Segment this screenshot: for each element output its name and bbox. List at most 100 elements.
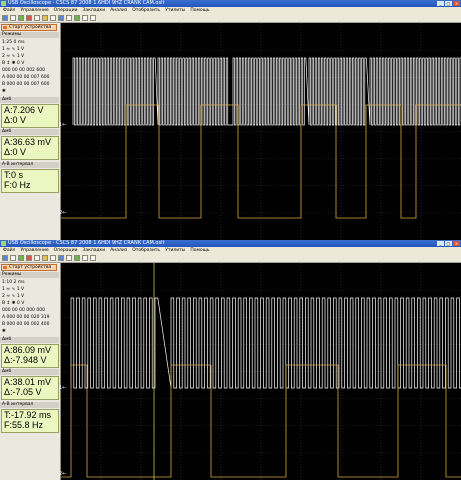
grid-icon[interactable] — [66, 15, 72, 21]
menu-control[interactable]: Управление — [20, 247, 48, 254]
maximize-button[interactable]: □ — [445, 241, 452, 246]
position-row[interactable]: 000 00 00 002 600 — [2, 68, 45, 74]
print-icon[interactable] — [90, 15, 96, 21]
minimize-button[interactable]: _ — [437, 1, 444, 6]
start-device-button[interactable]: Старт устройства — [1, 24, 57, 31]
channel1-measure-box: A:86.09 mV Δ:-7.948 V — [1, 344, 59, 368]
waveform-display[interactable]: 1← 2← — [59, 23, 461, 240]
zoom-icon[interactable] — [34, 255, 40, 261]
settings-icon[interactable] — [82, 15, 88, 21]
menu-operations[interactable]: Операции — [54, 7, 78, 14]
settings-icon[interactable] — [82, 255, 88, 261]
maximize-button[interactable]: □ — [445, 1, 452, 6]
measure-icon[interactable] — [50, 255, 56, 261]
channel1-row[interactable]: 1 ≈ ∿ 1 V — [2, 287, 24, 293]
trigger-icon[interactable] — [74, 255, 80, 261]
ch2-a-value: A:36.63 mV — [4, 137, 52, 147]
menu-view[interactable]: Отобразить — [132, 247, 160, 254]
channel1-trace — [72, 57, 461, 126]
channel2-marker[interactable]: 2← — [59, 471, 66, 477]
menu-operations[interactable]: Операции — [54, 247, 78, 254]
ch1-delta-value: Δ:0 V — [4, 115, 27, 125]
title-bar: USB Oscilloscope - CSCS 87 2008 1.6HDI 9… — [0, 0, 461, 7]
play-icon[interactable] — [18, 15, 24, 21]
grid-icon[interactable] — [66, 255, 72, 261]
toolbar — [0, 254, 461, 263]
print-icon[interactable] — [90, 255, 96, 261]
channel2-marker[interactable]: 2← — [59, 210, 66, 216]
measure-icon[interactable] — [50, 15, 56, 21]
save-icon[interactable] — [10, 255, 16, 261]
trigger-icon[interactable] — [74, 15, 80, 21]
channel1-row[interactable]: 1 ≈ ∿ 1 V — [2, 47, 24, 53]
menu-view[interactable]: Отобразить — [132, 7, 160, 14]
interval-time-value: T:-17.92 ms — [4, 410, 52, 420]
cursor-b-row[interactable]: B 000 00 00 007 600 — [2, 82, 49, 88]
channel2-measure-box: A:38.01 mV Δ:-7.05 V — [1, 376, 59, 400]
delta-header: Δмб — [0, 97, 59, 103]
waveform-canvas[interactable] — [61, 263, 461, 480]
cursor-b-row[interactable]: B 000 00 00 002 400 — [2, 322, 49, 328]
open-icon[interactable] — [2, 255, 8, 261]
start-icon — [3, 26, 7, 29]
zoom-icon[interactable] — [34, 15, 40, 21]
start-label: Старт устройства — [9, 25, 52, 30]
timebase-row[interactable]: 1:10 2 ms — [2, 280, 25, 286]
channel-icon[interactable] — [58, 255, 64, 261]
start-label: Старт устройства — [9, 265, 52, 270]
menu-bookmarks[interactable]: Закладки — [82, 247, 105, 254]
play-icon[interactable] — [18, 255, 24, 261]
menu-analysis[interactable]: Анализ — [110, 7, 127, 14]
menu-file[interactable]: Файл — [3, 7, 15, 14]
ab-interval-box: T:0 s F:0 Hz — [1, 169, 59, 193]
ch2-delta-value: Δ:0 V — [4, 147, 27, 157]
toolbar — [0, 14, 461, 23]
channel2-row[interactable]: 2 ≈ ∿ 1 V — [2, 294, 24, 300]
waveform-canvas[interactable] — [61, 23, 461, 240]
cursor-icon[interactable] — [42, 255, 48, 261]
cursor-icon[interactable] — [42, 15, 48, 21]
channel-icon[interactable] — [58, 15, 64, 21]
close-button[interactable]: × — [453, 1, 460, 6]
menu-bar: Файл Управление Операции Закладки Анализ… — [0, 7, 461, 14]
menu-utilities[interactable]: Утилиты — [165, 7, 185, 14]
save-icon[interactable] — [10, 15, 16, 21]
waveform-display[interactable]: 1← 2← — [59, 263, 461, 480]
control-panel: Старт устройства Режимы 1:10 2 ms 1 ≈ ∿ … — [0, 263, 61, 480]
menu-utilities[interactable]: Утилиты — [165, 247, 185, 254]
start-device-button[interactable]: Старт устройства — [1, 264, 57, 271]
ab-interval-box: T:-17.92 ms F:55.8 Hz — [1, 409, 59, 433]
control-panel: Старт устройства Режимы 1:25 0 ms 1 ≈ ∿ … — [0, 23, 61, 240]
channel1-marker[interactable]: 1← — [59, 385, 66, 391]
app-icon — [1, 241, 6, 246]
menu-help[interactable]: Помощь — [190, 7, 209, 14]
modes-header: Режимы — [0, 272, 59, 278]
delta2-header: Δмб — [0, 129, 59, 135]
minimize-button[interactable]: _ — [437, 241, 444, 246]
cursor-a-row[interactable]: A 000 00 00 020 319 — [2, 315, 49, 321]
open-icon[interactable] — [2, 15, 8, 21]
close-button[interactable]: × — [453, 241, 460, 246]
channel2-row[interactable]: 2 ≈ ∿ 1 V — [2, 54, 24, 60]
trigger-row[interactable]: B ↕ ✱ 0 V — [2, 61, 24, 67]
channel1-measure-box: A:7.206 V Δ:0 V — [1, 104, 59, 128]
position-row[interactable]: 000 00 00 000 000 — [2, 308, 45, 314]
ch1-a-value: A:86.09 mV — [4, 345, 52, 355]
menu-bookmarks[interactable]: Закладки — [82, 7, 105, 14]
menu-help[interactable]: Помощь — [190, 247, 209, 254]
trigger-row[interactable]: B ↕ ✱ 0 V — [2, 301, 24, 307]
channel2-trace — [61, 364, 461, 478]
start-icon — [3, 266, 7, 269]
cursor-a-row[interactable]: A 000 00 00 007 600 — [2, 75, 49, 81]
stop-icon[interactable] — [26, 15, 32, 21]
menu-analysis[interactable]: Анализ — [110, 247, 127, 254]
menu-control[interactable]: Управление — [20, 7, 48, 14]
menu-file[interactable]: Файл — [3, 247, 15, 254]
tools-row: ✱ — [2, 89, 6, 94]
delta2-header: Δмб — [0, 369, 59, 375]
interval-time-value: T:0 s — [4, 170, 24, 180]
timebase-row[interactable]: 1:25 0 ms — [2, 40, 25, 46]
stop-icon[interactable] — [26, 255, 32, 261]
channel1-marker[interactable]: 1← — [59, 122, 66, 128]
title-bar: USB Oscilloscope - CSCS 87 2008 1.6HDI 9… — [0, 240, 461, 247]
